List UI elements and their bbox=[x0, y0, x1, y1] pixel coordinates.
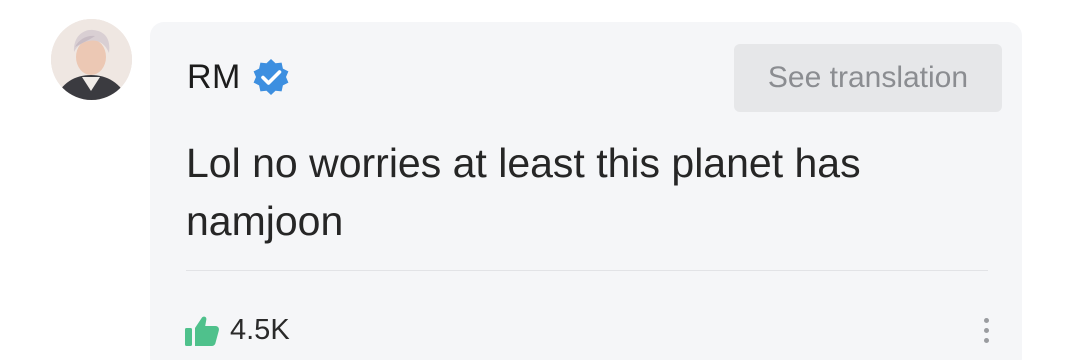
divider bbox=[186, 270, 988, 271]
avatar[interactable] bbox=[51, 19, 132, 100]
like-button[interactable]: 4.5K bbox=[184, 314, 290, 347]
more-vertical-icon[interactable] bbox=[976, 314, 996, 358]
comment-screen: RM See translation Lol no worries at lea… bbox=[0, 0, 1080, 360]
thumbs-up-icon bbox=[184, 315, 220, 347]
comment-text: Lol no worries at least this planet has … bbox=[186, 140, 861, 244]
like-count: 4.5K bbox=[230, 314, 290, 346]
verified-badge-icon bbox=[251, 57, 291, 97]
avatar-image bbox=[51, 19, 132, 100]
comment-card: RM See translation Lol no worries at lea… bbox=[150, 22, 1022, 360]
author-name[interactable]: RM bbox=[187, 58, 241, 97]
comment-header: RM bbox=[187, 57, 291, 97]
see-translation-button[interactable]: See translation bbox=[734, 44, 1002, 112]
